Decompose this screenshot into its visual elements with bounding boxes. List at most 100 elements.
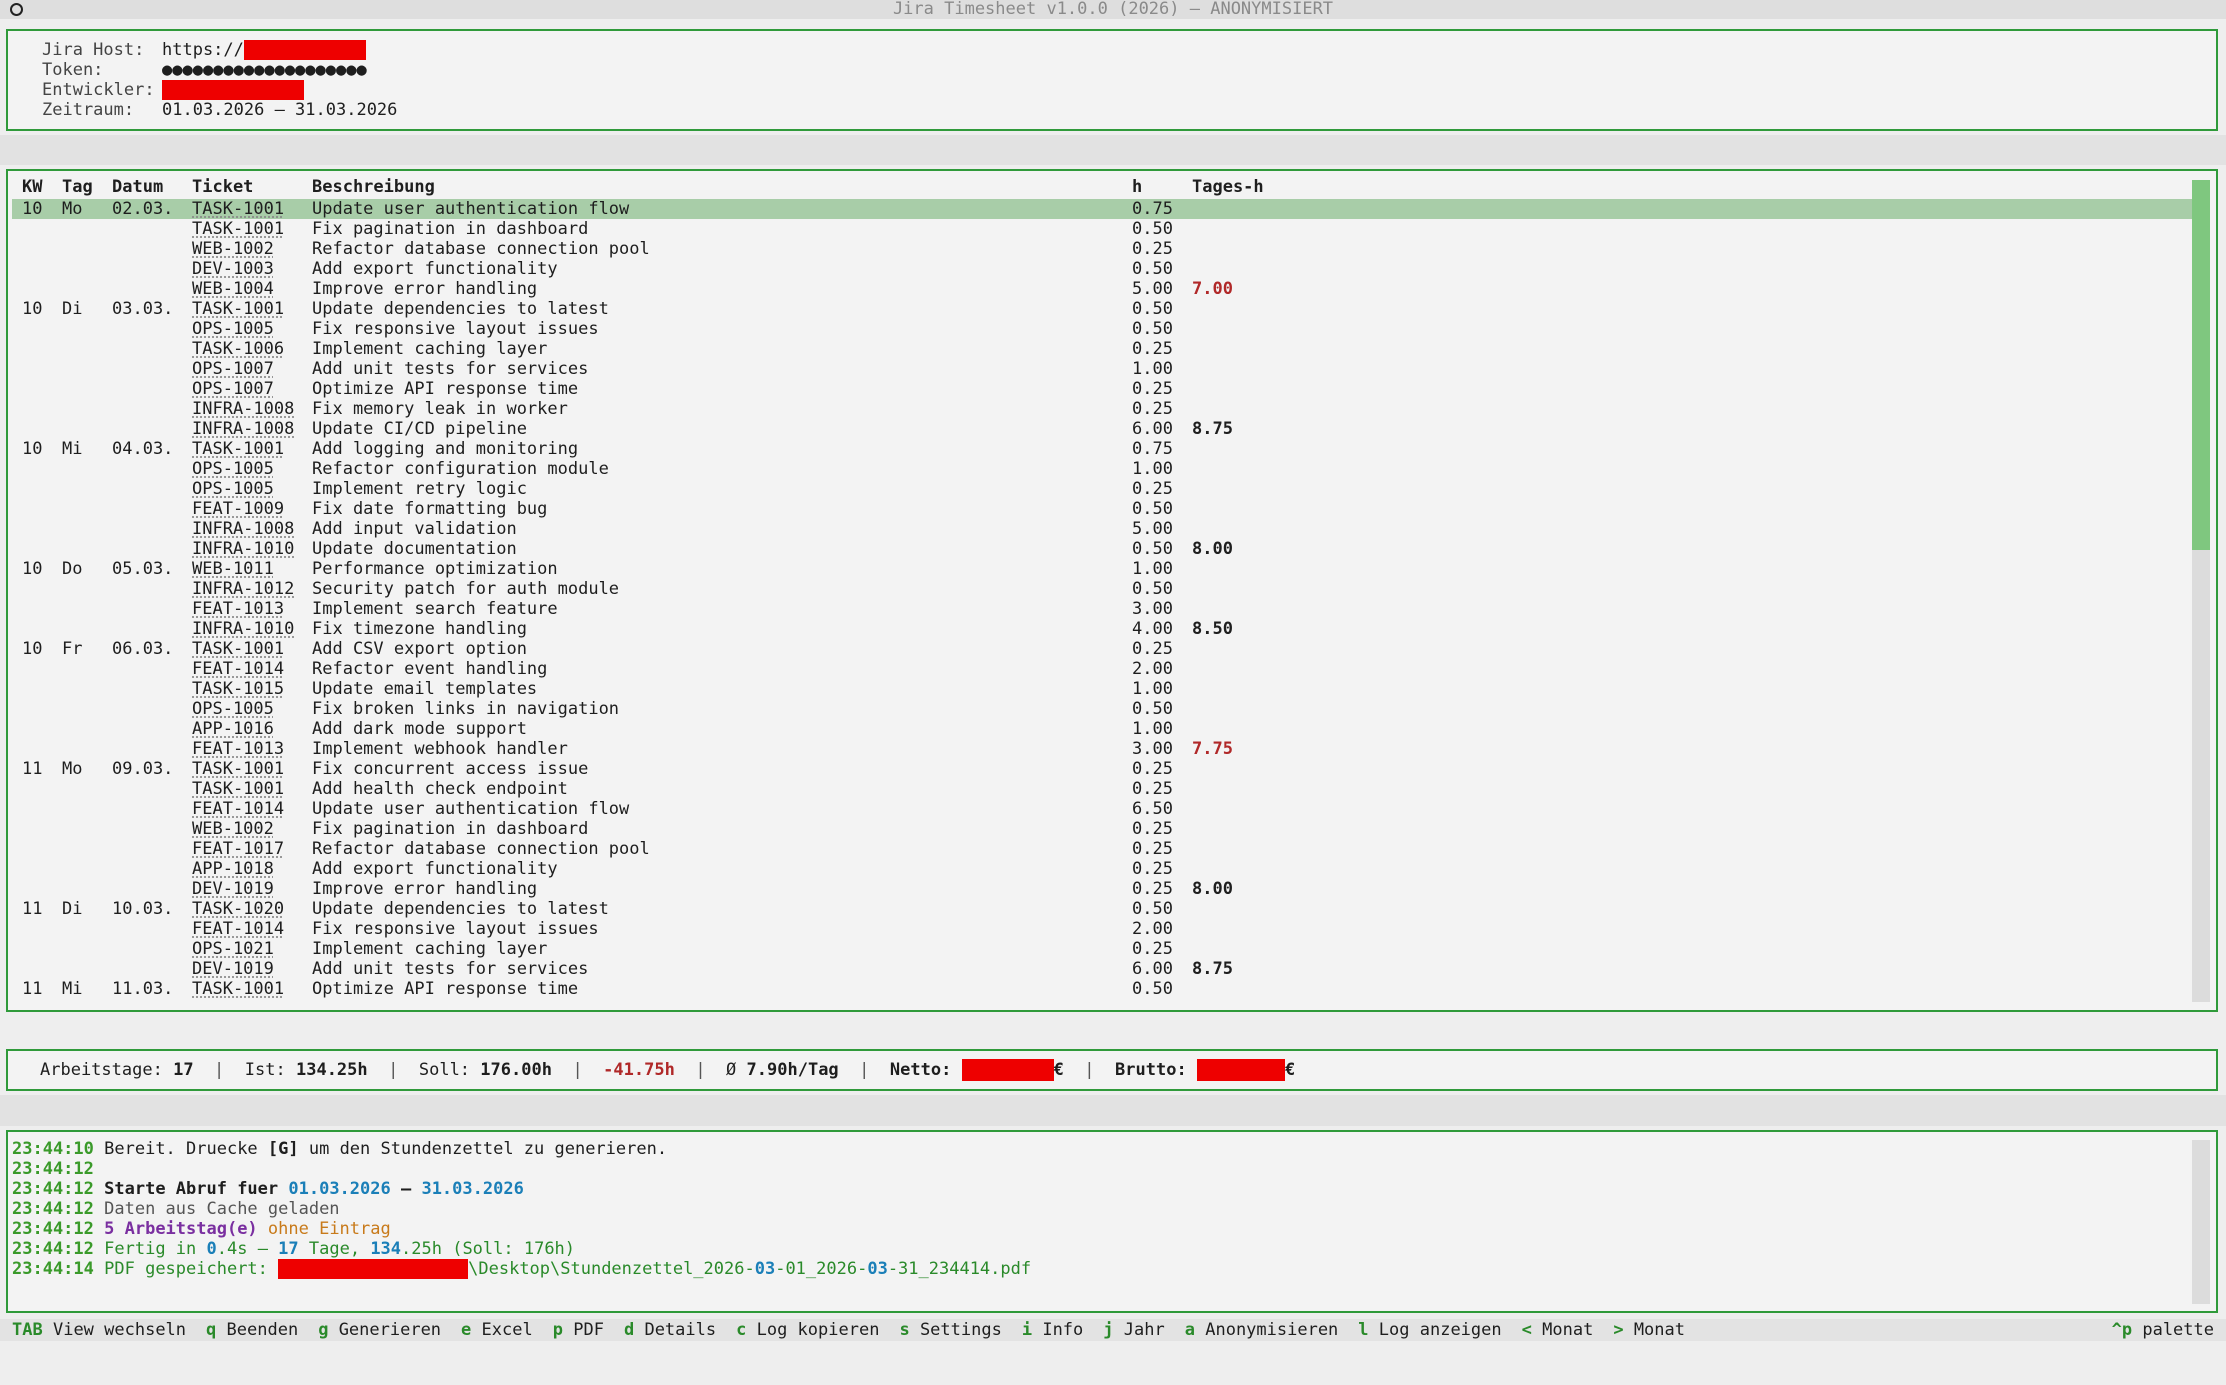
cell-ticket[interactable]: INFRA-1008	[192, 519, 294, 539]
table-row[interactable]: INFRA-1010 Fix timezone handling 4.00 8.50	[12, 619, 2192, 639]
cell-ticket[interactable]: WEB-1002	[192, 819, 274, 839]
cell-ticket[interactable]: TASK-1001	[192, 779, 284, 799]
table-row[interactable]: FEAT-1014 Update user authentication flow…	[12, 799, 2192, 819]
command-palette-hint[interactable]: ^p palette	[2112, 1319, 2214, 1341]
table-row[interactable]: FEAT-1017 Refactor database connection po…	[12, 839, 2192, 859]
table-row[interactable]: TASK-1001 Add health check endpoint 0.25	[12, 779, 2192, 799]
cell-ticket[interactable]: WEB-1004	[192, 279, 274, 299]
cell-ticket[interactable]: FEAT-1014	[192, 799, 284, 819]
table-row[interactable]: OPS-1007 Optimize API response time 0.25	[12, 379, 2192, 399]
table-row[interactable]: FEAT-1014 Fix responsive layout issues 2.0…	[12, 919, 2192, 939]
cell-ticket[interactable]: OPS-1005	[192, 319, 274, 339]
cell-ticket[interactable]: FEAT-1013	[192, 739, 284, 759]
shortcut-info[interactable]: i Info	[1022, 1319, 1083, 1341]
cell-ticket[interactable]: TASK-1001	[192, 219, 284, 239]
table-row[interactable]: APP-1018 Add export functionality 0.25	[12, 859, 2192, 879]
shortcut-view-wechseln[interactable]: TAB View wechseln	[12, 1319, 186, 1341]
brutto-label: Brutto:	[1115, 1060, 1187, 1080]
cell-ticket[interactable]: APP-1016	[192, 719, 274, 739]
table-row[interactable]: TASK-1006 Implement caching layer 0.25	[12, 339, 2192, 359]
shortcut-beenden[interactable]: q Beenden	[206, 1319, 298, 1341]
log-scrollbar[interactable]	[2192, 1140, 2210, 1304]
cell-ticket[interactable]: DEV-1003	[192, 259, 274, 279]
table-row[interactable]: DEV-1019 Add unit tests for services 6.00 8…	[12, 959, 2192, 979]
table-row[interactable]: FEAT-1013 Implement webhook handler 3.00 7.…	[12, 739, 2192, 759]
cell-ticket[interactable]: OPS-1007	[192, 359, 274, 379]
cell-ticket[interactable]: OPS-1005	[192, 699, 274, 719]
cell-ticket[interactable]: APP-1018	[192, 859, 274, 879]
cell-ticket[interactable]: DEV-1019	[192, 959, 274, 979]
shortcut-settings[interactable]: s Settings	[899, 1319, 1001, 1341]
cell-ticket[interactable]: OPS-1005	[192, 459, 274, 479]
shortcut-monat[interactable]: < Monat	[1522, 1319, 1594, 1341]
table-row[interactable]: TASK-1001 Fix pagination in dashboard 0.50	[12, 219, 2192, 239]
table-row[interactable]: OPS-1005 Implement retry logic 0.25	[12, 479, 2192, 499]
cell-ticket[interactable]: INFRA-1010	[192, 619, 294, 639]
cell-ticket[interactable]: OPS-1021	[192, 939, 274, 959]
table-row[interactable]: OPS-1005 Fix broken links in navigation 0.…	[12, 699, 2192, 719]
table-row[interactable]: WEB-1002 Refactor database connection poo…	[12, 239, 2192, 259]
cell-ticket[interactable]: FEAT-1013	[192, 599, 284, 619]
table-row[interactable]: 10 Mi 04.03. TASK-1001 Add logging and monit…	[12, 439, 2192, 459]
table-row[interactable]: FEAT-1009 Fix date formatting bug 0.50	[12, 499, 2192, 519]
cell-ticket[interactable]: DEV-1019	[192, 879, 274, 899]
shortcut-details[interactable]: d Details	[624, 1319, 716, 1341]
cell-ticket[interactable]: TASK-1001	[192, 199, 284, 219]
shortcut-log-anzeigen[interactable]: l Log anzeigen	[1358, 1319, 1501, 1341]
table-row[interactable]: 11 Mi 11.03. TASK-1001 Optimize API response…	[12, 979, 2192, 999]
table-row[interactable]: FEAT-1013 Implement search feature 3.00	[12, 599, 2192, 619]
cell-ticket[interactable]: TASK-1015	[192, 679, 284, 699]
shortcut-anonymisieren[interactable]: a Anonymisieren	[1185, 1319, 1339, 1341]
shortcut-excel[interactable]: e Excel	[461, 1319, 533, 1341]
cell-ticket[interactable]: TASK-1006	[192, 339, 284, 359]
table-row[interactable]: TASK-1015 Update email templates 1.00	[12, 679, 2192, 699]
table-row[interactable]: OPS-1021 Implement caching layer 0.25	[12, 939, 2192, 959]
cell-ticket[interactable]: TASK-1020	[192, 899, 284, 919]
table-row[interactable]: 11 Mo 09.03. TASK-1001 Fix concurrent access…	[12, 759, 2192, 779]
table-row[interactable]: INFRA-1010 Update documentation 0.50 8.00	[12, 539, 2192, 559]
table-row[interactable]: INFRA-1008 Add input validation 5.00	[12, 519, 2192, 539]
table-row[interactable]: DEV-1019 Improve error handling 0.25 8.00	[12, 879, 2192, 899]
table-row[interactable]: 10 Fr 06.03. TASK-1001 Add CSV export option…	[12, 639, 2192, 659]
cell-ticket[interactable]: TASK-1001	[192, 439, 284, 459]
cell-ticket[interactable]: TASK-1001	[192, 979, 284, 999]
cell-ticket[interactable]: TASK-1001	[192, 759, 284, 779]
table-row[interactable]: DEV-1003 Add export functionality 0.50	[12, 259, 2192, 279]
cell-ticket[interactable]: OPS-1007	[192, 379, 274, 399]
table-row[interactable]: WEB-1004 Improve error handling 5.00 7.00	[12, 279, 2192, 299]
shortcut-pdf[interactable]: p PDF	[553, 1319, 604, 1341]
cell-ticket[interactable]: FEAT-1014	[192, 919, 284, 939]
cell-ticket[interactable]: TASK-1001	[192, 299, 284, 319]
cell-ticket[interactable]: INFRA-1012	[192, 579, 294, 599]
cell-ticket[interactable]: INFRA-1008	[192, 399, 294, 419]
table-row[interactable]: INFRA-1008 Update CI/CD pipeline 6.00 8.75	[12, 419, 2192, 439]
table-row[interactable]: INFRA-1008 Fix memory leak in worker 0.25	[12, 399, 2192, 419]
table-row[interactable]: WEB-1002 Fix pagination in dashboard 0.25	[12, 819, 2192, 839]
table-scroll-thumb[interactable]	[2192, 180, 2210, 550]
table-row[interactable]: APP-1016 Add dark mode support 1.00	[12, 719, 2192, 739]
shortcut-jahr[interactable]: j Jahr	[1103, 1319, 1164, 1341]
table-row[interactable]: OPS-1005 Refactor configuration module 1.0…	[12, 459, 2192, 479]
table-row[interactable]: 10 Do 05.03. WEB-1011 Performance optimizati…	[12, 559, 2192, 579]
table-row[interactable]: 10 Di 03.03. TASK-1001 Update dependencies t…	[12, 299, 2192, 319]
table-scrollbar[interactable]	[2192, 180, 2210, 1002]
shortcut-generieren[interactable]: g Generieren	[318, 1319, 441, 1341]
cell-ticket[interactable]: INFRA-1010	[192, 539, 294, 559]
table-row[interactable]: INFRA-1012 Security patch for auth module…	[12, 579, 2192, 599]
cell-ticket[interactable]: FEAT-1017	[192, 839, 284, 859]
cell-ticket[interactable]: TASK-1001	[192, 639, 284, 659]
table-row[interactable]: FEAT-1014 Refactor event handling 2.00	[12, 659, 2192, 679]
cell-ticket[interactable]: WEB-1002	[192, 239, 274, 259]
cell-ticket[interactable]: FEAT-1014	[192, 659, 284, 679]
table-row[interactable]: 11 Di 10.03. TASK-1020 Update dependencies t…	[12, 899, 2192, 919]
table-row[interactable]: OPS-1005 Fix responsive layout issues 0.50	[12, 319, 2192, 339]
table-row[interactable]: OPS-1007 Add unit tests for services 1.00	[12, 359, 2192, 379]
cell-ticket[interactable]: FEAT-1009	[192, 499, 284, 519]
cell-ticket[interactable]: WEB-1011	[192, 559, 274, 579]
cell-ticket[interactable]: INFRA-1008	[192, 419, 294, 439]
shortcut-monat[interactable]: > Monat	[1613, 1319, 1685, 1341]
table-row[interactable]: 10 Mo 02.03. TASK-1001 Update user authentic…	[12, 199, 2192, 219]
shortcut-log-kopieren[interactable]: c Log kopieren	[736, 1319, 879, 1341]
window-circle-icon[interactable]	[10, 3, 23, 16]
cell-ticket[interactable]: OPS-1005	[192, 479, 274, 499]
